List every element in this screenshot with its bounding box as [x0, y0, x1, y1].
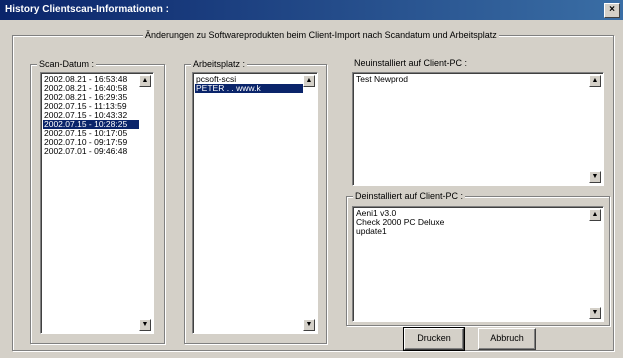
workstation-label: Arbeitsplatz : — [191, 59, 248, 69]
scroll-up-button[interactable]: ▲ — [589, 75, 601, 87]
scroll-down-button[interactable]: ▼ — [589, 171, 601, 183]
scroll-down-button[interactable]: ▼ — [139, 319, 151, 331]
changes-group-label: Änderungen zu Softwareprodukten beim Cli… — [143, 30, 499, 40]
scan-date-label: Scan-Datum : — [37, 59, 97, 69]
scroll-up-button[interactable]: ▲ — [139, 75, 151, 87]
uninstalled-list[interactable]: Aeni1 v3.0 Check 2000 PC Deluxe update1 ▲ … — [352, 206, 604, 322]
scroll-up-button[interactable]: ▲ — [589, 209, 601, 221]
scan-date-list[interactable]: 2002.08.21 - 16:53:48 2002.08.21 - 16:40:… — [40, 72, 154, 334]
list-item[interactable]: update1 — [355, 227, 589, 236]
list-item[interactable]: Test Newprod — [355, 75, 589, 84]
new-installed-label: Neuinstalliert auf Client-PC : — [354, 58, 468, 68]
workstation-list[interactable]: pcsoft-scsi PETER . . www.k ▲ ▼ — [192, 72, 318, 334]
new-installed-items: Test Newprod — [355, 75, 589, 84]
scroll-down-button[interactable]: ▼ — [589, 307, 601, 319]
list-item[interactable]: 2002.07.01 - 09:46:48 — [43, 147, 139, 156]
window-title: History Clientscan-Informationen : — [5, 4, 169, 15]
workstation-items: pcsoft-scsi PETER . . www.k — [195, 75, 303, 93]
scan-date-items: 2002.08.21 - 16:53:48 2002.08.21 - 16:40:… — [43, 75, 139, 156]
uninstalled-label: Deinstalliert auf Client-PC : — [353, 191, 466, 201]
list-item[interactable]: Check 2000 PC Deluxe — [355, 218, 589, 227]
print-button[interactable]: Drucken — [403, 327, 465, 351]
new-installed-list[interactable]: Test Newprod ▲ ▼ — [352, 72, 604, 186]
title-bar: History Clientscan-Informationen : × — [0, 0, 623, 20]
scroll-up-button[interactable]: ▲ — [303, 75, 315, 87]
uninstalled-items: Aeni1 v3.0 Check 2000 PC Deluxe update1 — [355, 209, 589, 236]
list-item[interactable]: PETER . . www.k — [195, 84, 303, 93]
close-button[interactable]: × — [604, 3, 620, 18]
cancel-button[interactable]: Abbruch — [478, 328, 536, 350]
scroll-down-button[interactable]: ▼ — [303, 319, 315, 331]
